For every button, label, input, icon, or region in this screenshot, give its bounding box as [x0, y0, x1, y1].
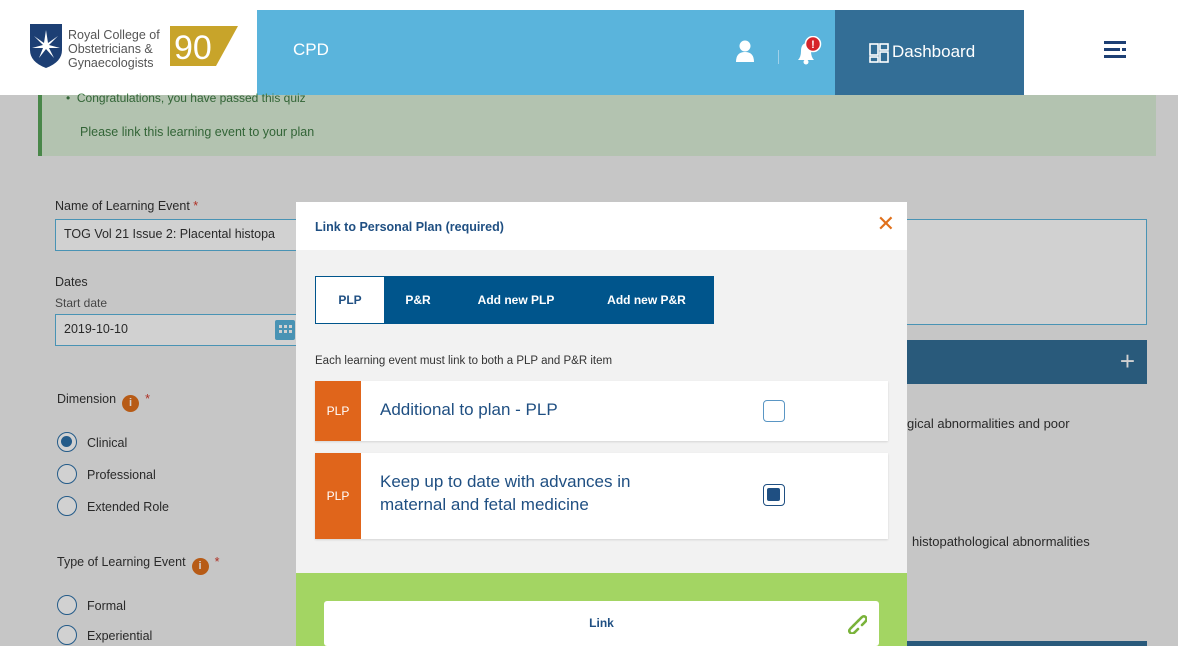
header-divider	[778, 50, 779, 64]
tab-add-new-plp[interactable]: Add new PLP	[452, 277, 580, 323]
plan-item-title-line-2: maternal and fetal medicine	[380, 495, 589, 514]
svg-text:90: 90	[174, 29, 212, 66]
modal-header: Link to Personal Plan (required) ✕	[296, 202, 907, 250]
plan-item-title-line-1: Keep up to date with advances in	[380, 472, 631, 491]
plan-item-title: Keep up to date with advances in materna…	[380, 470, 630, 516]
close-icon[interactable]: ✕	[877, 213, 895, 235]
plan-item-checkbox[interactable]	[763, 484, 785, 506]
svg-text:!: !	[811, 39, 815, 51]
plp-tag: PLP	[315, 381, 361, 441]
plan-item-title: Additional to plan - PLP	[380, 400, 558, 419]
tab-add-new-pr[interactable]: Add new P&R	[580, 277, 713, 323]
link-plan-modal: Link to Personal Plan (required) ✕ PLP P…	[296, 202, 907, 646]
section-title: CPD	[293, 40, 329, 59]
rcog-shield-icon	[30, 24, 62, 68]
logo-line-1: Royal College of	[68, 28, 160, 42]
dashboard-icon	[869, 43, 889, 63]
logo-text: Royal College of Obstetricians & Gynaeco…	[68, 28, 160, 70]
dashboard-label: Dashboard	[892, 42, 976, 61]
user-icon[interactable]	[735, 40, 755, 62]
link-requirement-hint: Each learning event must link to both a …	[315, 355, 613, 367]
modal-footer: Link	[296, 573, 907, 646]
plan-tabs: PLP P&R Add new PLP Add new P&R	[315, 276, 714, 324]
plan-item-card[interactable]: PLP Additional to plan - PLP	[315, 381, 888, 441]
tab-plp[interactable]: PLP	[316, 277, 384, 323]
rcog-logo[interactable]: Royal College of Obstetricians & Gynaeco…	[30, 18, 250, 80]
plp-tag: PLP	[315, 453, 361, 539]
logo-line-3: Gynaecologists	[68, 56, 154, 70]
dashboard-button[interactable]: Dashboard	[835, 10, 1024, 95]
chain-link-icon	[847, 614, 867, 634]
bell-icon[interactable]: !	[793, 36, 823, 66]
cpd-bar: CPD !	[257, 10, 835, 95]
modal-title: Link to Personal Plan (required)	[315, 220, 504, 234]
top-header: Royal College of Obstetricians & Gynaeco…	[0, 0, 1178, 95]
plan-item-card[interactable]: PLP Keep up to date with advances in mat…	[315, 453, 888, 539]
tab-pr[interactable]: P&R	[384, 277, 452, 323]
anniversary-90-badge: 90	[170, 26, 238, 66]
plan-item-checkbox[interactable]	[763, 400, 785, 422]
link-button[interactable]: Link	[324, 601, 879, 646]
hamburger-menu-icon[interactable]	[1104, 40, 1126, 58]
logo-line-2: Obstetricians &	[68, 42, 153, 56]
link-button-label: Link	[589, 616, 614, 630]
